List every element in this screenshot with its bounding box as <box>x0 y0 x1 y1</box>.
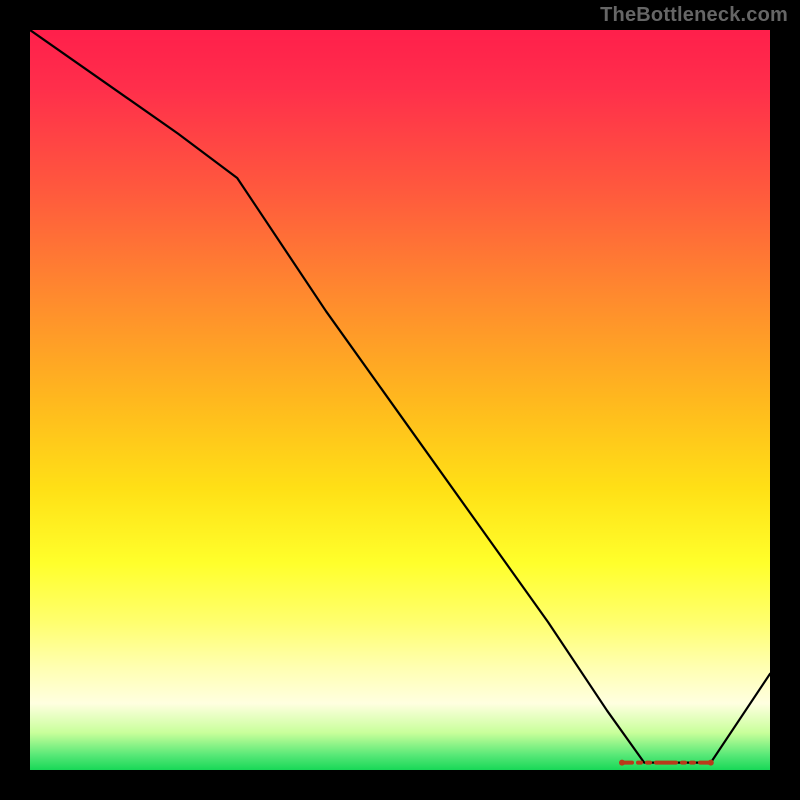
optimal-range-start-dot <box>619 760 625 766</box>
chart-stage: TheBottleneck.com <box>0 0 800 800</box>
bottleneck-curve <box>30 30 770 763</box>
optimal-range-end-dot <box>708 760 714 766</box>
watermark-text: TheBottleneck.com <box>600 4 788 27</box>
plot-area <box>30 30 770 770</box>
chart-overlay <box>30 30 770 770</box>
